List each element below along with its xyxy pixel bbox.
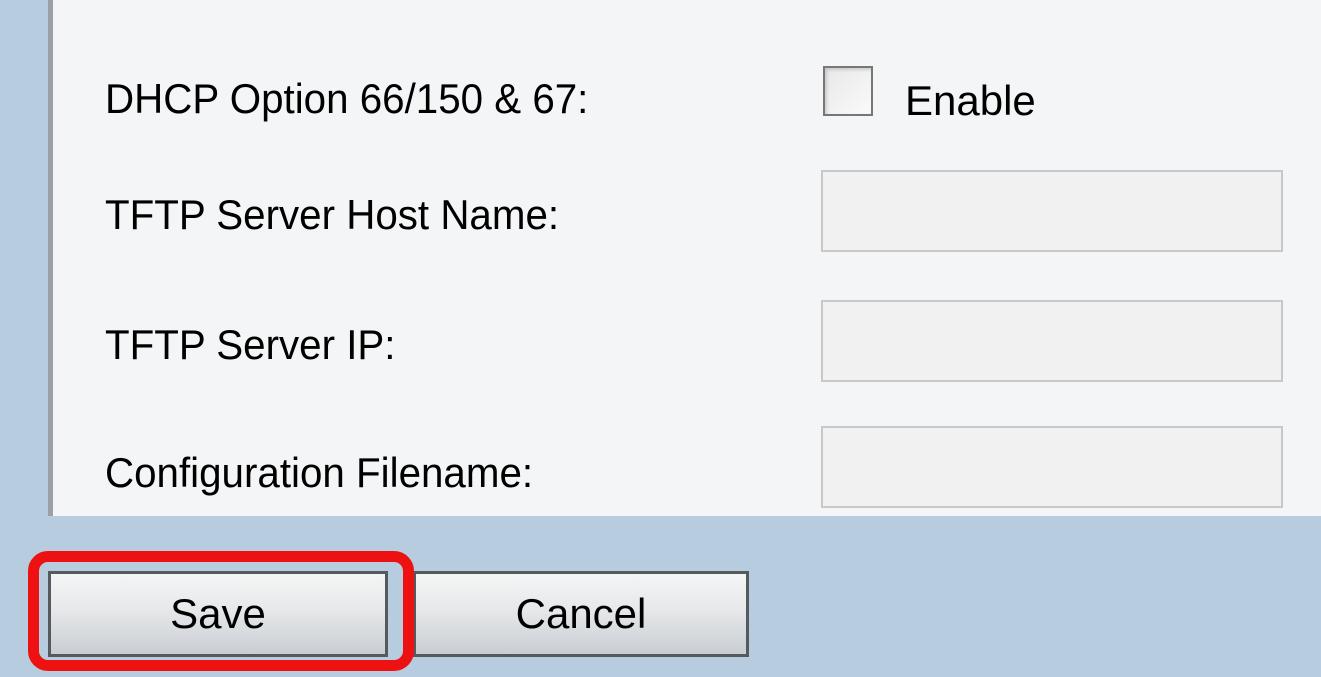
- dhcp-option-label: DHCP Option 66/150 & 67:: [105, 75, 589, 122]
- tftp-server-ip-label: TFTP Server IP:: [105, 321, 396, 368]
- tftp-host-name-row: TFTP Server Host Name:: [53, 170, 1321, 254]
- config-filename-input[interactable]: [821, 426, 1283, 508]
- dhcp-option-row: DHCP Option 66/150 & 67: Enable: [53, 60, 1321, 140]
- tftp-host-name-label: TFTP Server Host Name:: [105, 191, 560, 238]
- enable-label[interactable]: Enable: [905, 80, 1036, 122]
- tftp-server-ip-input[interactable]: [821, 300, 1283, 382]
- config-filename-label: Configuration Filename:: [105, 449, 534, 496]
- tftp-server-ip-row: TFTP Server IP:: [53, 300, 1321, 384]
- tftp-host-name-input[interactable]: [821, 170, 1283, 252]
- save-button[interactable]: Save: [48, 571, 388, 657]
- cancel-button[interactable]: Cancel: [413, 571, 749, 657]
- config-filename-row: Configuration Filename:: [53, 426, 1321, 510]
- enable-checkbox[interactable]: [823, 66, 873, 116]
- settings-panel: DHCP Option 66/150 & 67: Enable TFTP Ser…: [48, 0, 1321, 516]
